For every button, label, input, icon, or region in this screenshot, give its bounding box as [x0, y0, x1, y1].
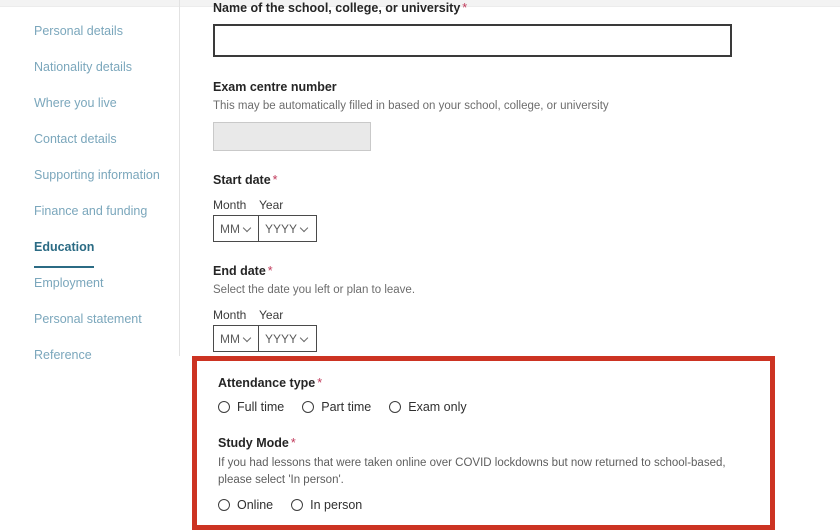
- sidebar-item-contact-details[interactable]: Contact details: [0, 121, 179, 157]
- start-month-header: Month: [213, 198, 247, 212]
- sidebar-item-reference[interactable]: Reference: [0, 337, 179, 373]
- sidebar-item-label: Personal details: [34, 24, 123, 38]
- start-date-column-headers: Month Year: [213, 198, 833, 212]
- field-study-mode: Study Mode * If you had lessons that were…: [218, 435, 770, 512]
- end-year-value: YYYY: [265, 331, 298, 346]
- radio-option-full-time[interactable]: Full time: [218, 400, 284, 414]
- start-date-label: Start date *: [213, 172, 833, 188]
- page-root: Personal details Nationality details Whe…: [0, 0, 840, 530]
- start-month-value: MM: [220, 221, 240, 236]
- radio-circle-icon: [389, 401, 402, 413]
- attendance-type-label-text: Attendance type: [218, 376, 316, 390]
- attendance-type-label: Attendance type *: [218, 375, 770, 391]
- sidebar-item-personal-statement[interactable]: Personal statement: [0, 301, 179, 337]
- radio-label: In person: [310, 498, 363, 512]
- field-start-date: Start date * Month Year MM YYYY: [213, 172, 833, 242]
- sidebar-item-label: Education: [34, 229, 95, 268]
- start-year-select[interactable]: YYYY: [259, 215, 317, 242]
- exam-centre-input[interactable]: [213, 122, 371, 151]
- start-year-value: YYYY: [265, 221, 298, 236]
- radio-label: Full time: [237, 400, 285, 414]
- end-date-label: End date *: [213, 263, 833, 279]
- study-mode-hint: If you had lessons that were taken onlin…: [218, 457, 726, 486]
- sidebar-item-personal-details[interactable]: Personal details: [0, 13, 179, 49]
- exam-centre-hint: This may be automatically filled in base…: [213, 100, 609, 112]
- study-mode-label-text: Study Mode: [218, 436, 289, 450]
- required-asterisk: *: [272, 173, 278, 187]
- sidebar-navigation: Personal details Nationality details Whe…: [0, 0, 180, 362]
- start-date-label-text: Start date: [213, 173, 271, 187]
- chevron-down-icon: [244, 225, 251, 232]
- end-year-header: Year: [259, 308, 284, 322]
- sidebar-item-label: Nationality details: [34, 60, 132, 74]
- radio-option-exam-only[interactable]: Exam only: [389, 400, 467, 414]
- end-date-column-headers: Month Year: [213, 308, 833, 322]
- sidebar-item-nationality-details[interactable]: Nationality details: [0, 49, 179, 85]
- field-attendance-type: Attendance type * Full time Part time Exa…: [218, 375, 770, 414]
- radio-circle-icon: [291, 499, 304, 511]
- study-mode-label: Study Mode *: [218, 435, 770, 451]
- end-year-select[interactable]: YYYY: [259, 325, 317, 352]
- sidebar-item-label: Personal statement: [34, 312, 142, 326]
- chevron-down-icon: [301, 335, 308, 342]
- school-name-label: Name of the school, college, or universi…: [213, 0, 833, 16]
- highlight-content: Attendance type * Full time Part time Exa…: [197, 361, 770, 512]
- sidebar-list: Personal details Nationality details Whe…: [0, 0, 179, 373]
- chevron-down-icon: [244, 335, 251, 342]
- end-month-select[interactable]: MM: [213, 325, 259, 352]
- radio-option-online[interactable]: Online: [218, 498, 273, 512]
- start-year-header: Year: [259, 198, 284, 212]
- required-asterisk: *: [267, 264, 273, 278]
- end-date-selects: MM YYYY: [213, 325, 833, 352]
- sidebar-item-finance-and-funding[interactable]: Finance and funding: [0, 193, 179, 229]
- study-mode-radio-group: Online In person: [218, 498, 770, 512]
- sidebar-item-where-you-live[interactable]: Where you live: [0, 85, 179, 121]
- radio-label: Online: [237, 498, 274, 512]
- sidebar-item-education[interactable]: Education: [0, 229, 179, 268]
- radio-label: Exam only: [408, 400, 467, 414]
- education-form: Name of the school, college, or universi…: [213, 0, 833, 352]
- sidebar-item-employment[interactable]: Employment: [0, 265, 179, 301]
- end-date-label-text: End date: [213, 264, 266, 278]
- end-date-hint: Select the date you left or plan to leav…: [213, 284, 416, 296]
- sidebar-item-label: Supporting information: [34, 168, 160, 182]
- school-name-input[interactable]: [213, 24, 732, 57]
- school-name-label-text: Name of the school, college, or universi…: [213, 1, 461, 15]
- sidebar-item-supporting-information[interactable]: Supporting information: [0, 157, 179, 193]
- start-month-select[interactable]: MM: [213, 215, 259, 242]
- sidebar-item-label: Reference: [34, 348, 92, 362]
- sidebar-item-label: Employment: [34, 276, 104, 290]
- radio-option-in-person[interactable]: In person: [291, 498, 362, 512]
- attendance-type-radio-group: Full time Part time Exam only: [218, 400, 770, 414]
- exam-centre-label: Exam centre number: [213, 80, 337, 94]
- chevron-down-icon: [301, 225, 308, 232]
- radio-option-part-time[interactable]: Part time: [302, 400, 371, 414]
- sidebar-item-label: Finance and funding: [34, 204, 148, 218]
- radio-label: Part time: [321, 400, 372, 414]
- required-asterisk: *: [290, 436, 296, 450]
- field-school-name: Name of the school, college, or universi…: [213, 0, 833, 57]
- radio-circle-icon: [302, 401, 315, 413]
- field-exam-centre-number: Exam centre number This may be automatic…: [213, 79, 833, 151]
- start-date-selects: MM YYYY: [213, 215, 833, 242]
- required-asterisk: *: [317, 376, 323, 390]
- radio-circle-icon: [218, 401, 230, 413]
- highlight-annotation-box: Attendance type * Full time Part time Exa…: [192, 356, 775, 530]
- field-end-date: End date * Select the date you left or pl…: [213, 263, 833, 352]
- required-asterisk: *: [462, 1, 468, 15]
- radio-circle-icon: [218, 499, 230, 511]
- end-month-header: Month: [213, 308, 247, 322]
- end-month-value: MM: [220, 331, 240, 346]
- sidebar-item-label: Contact details: [34, 132, 117, 146]
- sidebar-item-label: Where you live: [34, 96, 117, 110]
